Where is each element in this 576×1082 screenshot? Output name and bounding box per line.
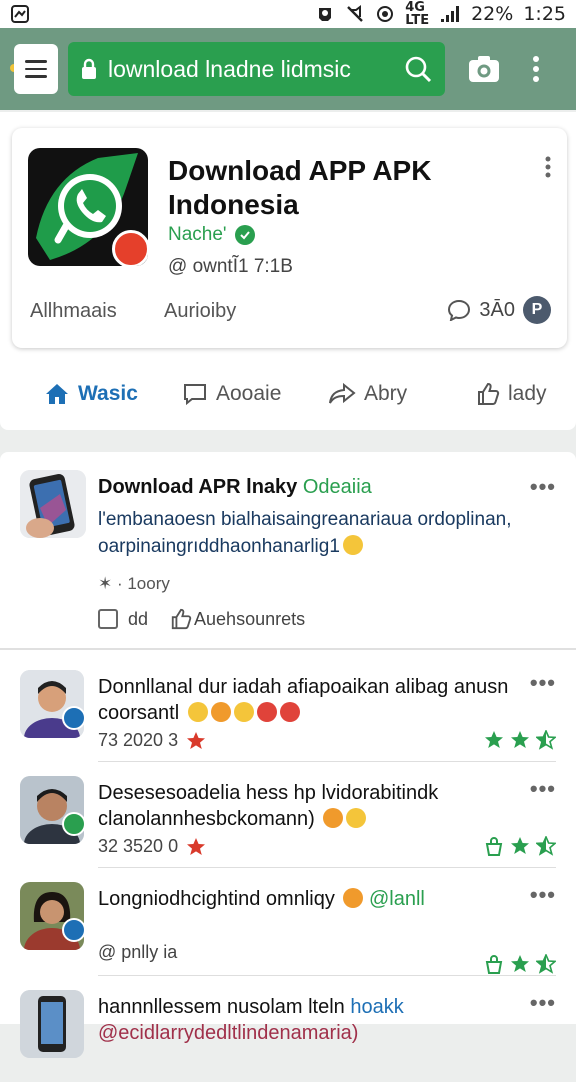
comment-item[interactable]: hannnllessem nusolam lteln hoakk @ecidla… (0, 976, 576, 1082)
comment-more-icon[interactable]: ••• (530, 670, 556, 696)
app-overflow-icon[interactable] (545, 156, 551, 178)
overflow-menu-icon[interactable] (532, 56, 540, 82)
comment-text: hannnllessem nusolam lteln hoakk @ecidla… (98, 996, 404, 1044)
bag-icon (484, 954, 504, 974)
tab-share[interactable]: Abry (328, 382, 407, 406)
feed-post[interactable]: Download APR lnaky Odeaiia ••• l'embanao… (0, 452, 576, 650)
app-meta-mid: Aurioiby (164, 300, 237, 322)
app-title: Download APP APK Indonesia (168, 155, 432, 220)
comment-more-icon[interactable]: ••• (530, 882, 556, 908)
browser-toolbar: lownload lnadne lidmsic (0, 28, 576, 110)
chat-icon (182, 382, 208, 406)
camera-icon[interactable] (468, 54, 500, 84)
user-badge-icon (62, 706, 86, 730)
menu-button[interactable] (14, 44, 58, 94)
star-icon (510, 954, 530, 974)
post-actions: dd Auehsounrets (98, 608, 305, 630)
comment-more-icon[interactable]: ••• (530, 776, 556, 802)
star-icon (484, 730, 504, 750)
verified-icon (234, 225, 255, 245)
star-icon (186, 837, 206, 857)
feed: Download APR lnaky Odeaiia ••• l'embanao… (0, 452, 576, 1058)
post-title: Download APR lnaky Odeaiia (98, 476, 372, 498)
owner-info: @ owntĨ1 7:1B (168, 256, 293, 277)
star-half-icon (536, 730, 556, 750)
avatar (20, 990, 84, 1058)
notification-icon (10, 4, 30, 24)
search-icon[interactable] (403, 54, 433, 84)
tab-comments[interactable]: Aooaie (182, 382, 281, 406)
developer-name[interactable]: Nache' (168, 224, 255, 246)
app-meta-left: Allhmaais (30, 300, 117, 322)
app-card[interactable]: Download APP APK Indonesia Nache' @ ownt… (12, 128, 567, 348)
comment-text: Longniodhcightind omnliqy @lanll (98, 888, 425, 910)
comment-bubble-icon (447, 299, 471, 321)
star-half-icon (536, 836, 556, 856)
user-badge-icon (62, 812, 86, 836)
bag-icon (484, 836, 504, 856)
mute-icon (345, 4, 365, 24)
url-text: lownload lnadne lidmsic (108, 55, 351, 82)
location-icon (375, 4, 395, 24)
share-icon (328, 382, 356, 406)
post-body: l'embanaoesn bialhaisaingreanariaua ordo… (98, 509, 512, 557)
star-half-icon (536, 954, 556, 974)
tab-like[interactable]: lady (476, 382, 547, 406)
rating-stars (484, 730, 556, 750)
rating-stars (484, 836, 556, 856)
emoji-icon (342, 535, 363, 555)
likes-counter[interactable]: 3Ā0 P (447, 296, 551, 324)
post-more-icon[interactable]: ••• (530, 474, 556, 500)
post-meta: ✶ · 1oory (98, 574, 170, 593)
data-icon: 4G LTE (405, 0, 430, 28)
comment-item[interactable]: Desesesoadelia hess hp lvidorabitindk cl… (0, 762, 576, 868)
home-icon (44, 382, 70, 406)
app-icon (28, 148, 148, 266)
like-icon[interactable] (170, 608, 192, 630)
menu-icon (25, 60, 47, 63)
signal-icon (439, 4, 461, 24)
comment-meta: @ pnlly ia (98, 942, 178, 962)
lock-icon (80, 57, 98, 81)
tab-home[interactable]: Wasic (44, 382, 138, 406)
app-tabs: Wasic Aooaie Abry lady (0, 374, 576, 414)
alarm-icon (315, 4, 335, 24)
url-bar[interactable]: lownload lnadne lidmsic (68, 42, 445, 96)
status-bar: 4G LTE 22% 1:25 (0, 0, 576, 28)
post-thumbnail (20, 470, 86, 538)
comment-meta: 73 2020 3 (98, 730, 206, 751)
rating-stars (484, 954, 556, 974)
comment-item[interactable]: Longniodhcightind omnliqy @lanll ••• @ p… (0, 868, 576, 976)
app-card-section: Download APP APK Indonesia Nache' @ ownt… (0, 112, 576, 430)
thumbs-up-icon (476, 382, 500, 406)
checkbox[interactable] (98, 609, 118, 629)
user-badge-icon (62, 918, 86, 942)
app-badge-icon (112, 230, 148, 266)
comment-text: Desesesoadelia hess hp lvidorabitindk cl… (98, 782, 439, 830)
profile-badge[interactable]: P (523, 296, 551, 324)
comment-meta: 32 3520 0 (98, 836, 206, 857)
star-icon (186, 731, 206, 751)
comment-item[interactable]: Donnllanal dur iadah afiapoaikan alibag … (0, 656, 576, 762)
clock: 1:25 (523, 3, 566, 25)
battery-percent: 22% (471, 3, 514, 25)
comment-text: Donnllanal dur iadah afiapoaikan alibag … (98, 676, 509, 724)
star-icon (510, 730, 530, 750)
comment-more-icon[interactable]: ••• (530, 990, 556, 1016)
star-icon (510, 836, 530, 856)
